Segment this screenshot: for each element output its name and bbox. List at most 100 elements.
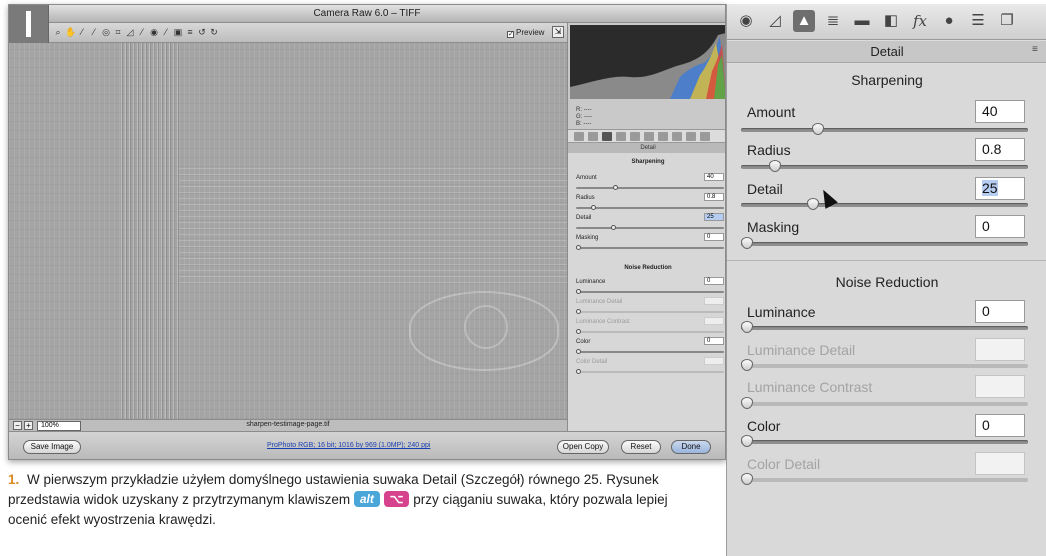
mini-detail-thumb[interactable]: [610, 225, 616, 230]
hsl-icon[interactable]: [616, 132, 626, 141]
detail-slider[interactable]: [741, 198, 1028, 210]
crop-tool-icon[interactable]: ⌗: [113, 27, 123, 37]
basic-icon[interactable]: ◉: [735, 10, 757, 32]
mini-panel-title: Detail: [568, 143, 725, 153]
luminance-contrast-label: Luminance Contrast: [747, 379, 873, 395]
presets-icon[interactable]: ☰: [967, 10, 989, 32]
section-divider: [727, 260, 1046, 261]
luminance-label: Luminance: [747, 304, 816, 320]
adjustment-brush-icon[interactable]: ⁄: [161, 27, 171, 37]
split-toning-icon[interactable]: [630, 132, 640, 141]
done-button[interactable]: Done: [671, 440, 711, 454]
targeted-adjustment-tool-icon[interactable]: ◎: [101, 27, 111, 37]
graduated-filter-icon[interactable]: ▣: [173, 27, 183, 37]
mini-radius-slider[interactable]: [576, 205, 724, 210]
luminance-contrast-thumb: [741, 397, 753, 409]
mini-amount-label: Amount: [576, 175, 597, 181]
amount-thumb[interactable]: [812, 123, 825, 135]
amount-value[interactable]: 40: [975, 100, 1025, 123]
hand-tool-icon[interactable]: ✋: [65, 27, 76, 37]
workflow-options-link[interactable]: ProPhoto RGB; 16 bit; 1016 by 969 (1.0MP…: [267, 442, 430, 449]
luminance-detail-slider: [741, 359, 1028, 371]
snapshots-icon[interactable]: [700, 132, 710, 141]
luminance-detail-value: [975, 338, 1025, 361]
luminance-contrast-value: [975, 375, 1025, 398]
mini-radius-thumb[interactable]: [591, 205, 597, 210]
mini-amount-thumb[interactable]: [613, 185, 619, 190]
mini-color-thumb[interactable]: [576, 349, 581, 354]
fullscreen-button[interactable]: ⇲: [552, 26, 564, 38]
image-preview[interactable]: [9, 43, 567, 419]
mini-luminance-slider[interactable]: [576, 289, 724, 294]
radius-value[interactable]: 0.8: [975, 138, 1025, 161]
color-detail-value: [975, 452, 1025, 475]
camera-calibration-icon[interactable]: ●: [938, 10, 960, 32]
masking-value[interactable]: 0: [975, 215, 1025, 238]
mini-detail-slider[interactable]: [576, 225, 724, 230]
radius-thumb[interactable]: [769, 160, 782, 172]
tone-curve-icon[interactable]: [588, 132, 598, 141]
mini-luminance-value[interactable]: 0: [704, 277, 724, 285]
detail-icon[interactable]: ▲: [793, 10, 815, 32]
mini-radius-value[interactable]: 0.8: [704, 193, 724, 201]
lens-corrections-icon[interactable]: ◧: [880, 10, 902, 32]
reset-button[interactable]: Reset: [621, 440, 661, 454]
color-thumb[interactable]: [741, 435, 753, 447]
color-label: Color: [747, 418, 781, 434]
masking-thumb[interactable]: [741, 237, 753, 249]
amount-slider[interactable]: [741, 123, 1028, 135]
luminance-value[interactable]: 0: [975, 300, 1025, 323]
color-value[interactable]: 0: [975, 414, 1025, 437]
preview-checkbox[interactable]: ✓ Preview: [507, 28, 544, 38]
detail-value[interactable]: 25: [975, 177, 1025, 200]
detail-thumb[interactable]: [806, 198, 819, 210]
tone-curve-icon[interactable]: ◿: [764, 10, 786, 32]
panel-menu-icon[interactable]: ≡: [1032, 44, 1038, 55]
zoom-tool-icon[interactable]: ⌕: [53, 27, 63, 37]
mini-luminance-label: Luminance: [576, 279, 606, 285]
red-eye-tool-icon[interactable]: ◉: [149, 27, 159, 37]
rgb-g: G: ----: [576, 114, 592, 120]
basic-icon[interactable]: [574, 132, 584, 141]
histogram: [570, 25, 725, 99]
masking-slider[interactable]: [741, 237, 1028, 249]
mini-detail-panel: Sharpening Amount 40 Radius 0.8 Detail 2…: [568, 153, 725, 431]
mini-color-slider[interactable]: [576, 349, 724, 354]
color-slider[interactable]: [741, 435, 1028, 447]
hsl-icon[interactable]: ≣: [822, 10, 844, 32]
detail-icon[interactable]: [602, 132, 612, 141]
effects-icon[interactable]: fx: [909, 10, 931, 32]
luminance-thumb[interactable]: [741, 321, 753, 333]
mini-luminance-detail-label: Luminance Detail: [576, 299, 623, 305]
preview-check-icon[interactable]: ✓: [507, 31, 514, 38]
straighten-tool-icon[interactable]: ◿: [125, 27, 135, 37]
save-image-button[interactable]: Save Image: [23, 440, 81, 454]
mini-masking-value[interactable]: 0: [704, 233, 724, 241]
detail-value-text[interactable]: 25: [982, 180, 998, 196]
mini-amount-slider[interactable]: [576, 185, 724, 190]
mini-masking-thumb[interactable]: [576, 245, 581, 250]
rotate-left-icon[interactable]: ↺: [197, 27, 207, 37]
spot-removal-tool-icon[interactable]: ⁄: [137, 27, 147, 37]
mini-detail-value[interactable]: 25: [704, 213, 724, 221]
camera-calibration-icon[interactable]: [672, 132, 682, 141]
open-copy-button[interactable]: Open Copy: [557, 440, 609, 454]
rgb-b: B: ----: [576, 121, 592, 127]
presets-icon[interactable]: [686, 132, 696, 141]
snapshots-icon[interactable]: ❐: [996, 10, 1018, 32]
mini-masking-slider[interactable]: [576, 245, 724, 250]
preferences-icon[interactable]: ≡: [185, 27, 195, 37]
luminance-slider[interactable]: [741, 321, 1028, 333]
radius-slider[interactable]: [741, 160, 1028, 172]
mini-color-value[interactable]: 0: [704, 337, 724, 345]
color-sampler-tool-icon[interactable]: ⁄: [89, 27, 99, 37]
effects-icon[interactable]: [658, 132, 668, 141]
lens-corrections-icon[interactable]: [644, 132, 654, 141]
mini-amount-value[interactable]: 40: [704, 173, 724, 181]
mini-color-label: Color: [576, 339, 591, 345]
mini-luminance-thumb[interactable]: [576, 289, 581, 294]
split-toning-icon[interactable]: ▬: [851, 10, 873, 32]
white-balance-tool-icon[interactable]: ⁄: [77, 27, 87, 37]
mini-luminance-detail-value: [704, 297, 724, 305]
rotate-right-icon[interactable]: ↻: [209, 27, 219, 37]
